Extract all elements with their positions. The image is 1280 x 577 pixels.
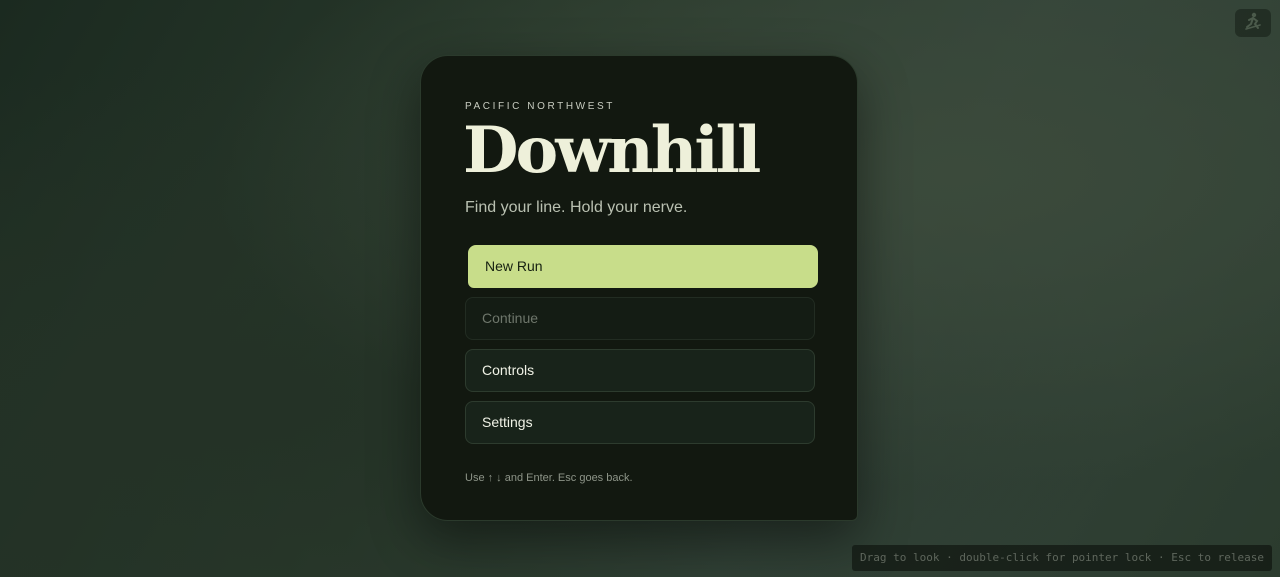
tagline: Find your line. Hold your nerve. [465,199,688,216]
main-menu-card: PACIFIC NORTHWEST Downhill Find your lin… [420,55,858,521]
pointer-hint-bar: Drag to look · double-click for pointer … [852,545,1272,571]
region-eyebrow: PACIFIC NORTHWEST [465,101,615,112]
new-run-button[interactable]: New Run [468,245,818,288]
controls-button[interactable]: Controls [465,349,815,392]
settings-button[interactable]: Settings [465,401,815,444]
figure-icon [1243,11,1263,36]
game-title: Downhill [463,113,761,188]
continue-button: Continue [465,297,815,340]
menu-list: New Run Continue Controls Settings [465,245,818,453]
settings-figure-button[interactable] [1235,9,1271,37]
keyboard-hint: Use ↑ ↓ and Enter. Esc goes back. [465,472,633,484]
